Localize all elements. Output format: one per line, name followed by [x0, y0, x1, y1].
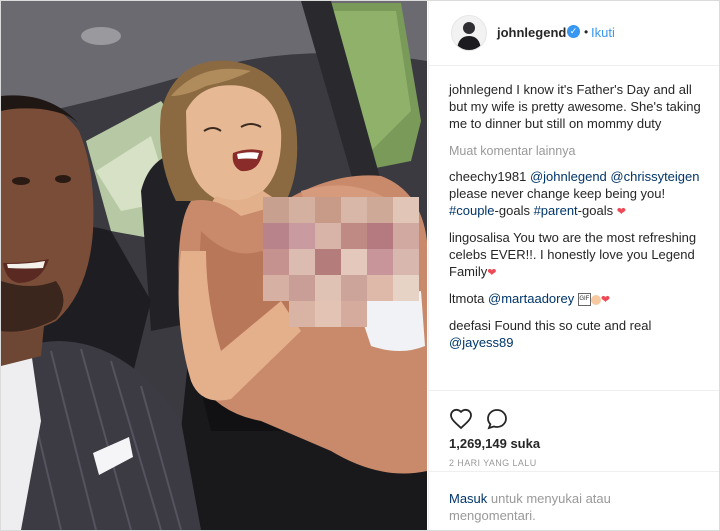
- gift-emoji-icon: GIF: [577, 293, 591, 307]
- login-text-block: Masuk untuk menyukai atau mengomentari.: [449, 490, 649, 524]
- verified-icon: ✓: [567, 25, 580, 38]
- separator-dot: •: [584, 25, 589, 39]
- comment-item: cheechy1981 @johnlegend @chrissyteigen p…: [449, 168, 711, 221]
- heart-emoji-icon: ❤: [600, 294, 611, 306]
- heart-icon[interactable]: [449, 407, 473, 431]
- post-photo[interactable]: [1, 1, 427, 530]
- comment-mention[interactable]: @jayess89: [449, 335, 514, 350]
- comment-text: Found this so cute and real: [490, 318, 652, 333]
- caption-username[interactable]: johnlegend: [449, 82, 513, 97]
- avatar-icon: [457, 22, 481, 50]
- post-side-panel: johnlegend ✓ • Ikuti johnlegend I know i…: [428, 1, 719, 530]
- comment-mention[interactable]: @chrissyteigen: [610, 169, 699, 184]
- peach-emoji-icon: [590, 294, 601, 305]
- comments-list: johnlegend I know it's Father's Day and …: [449, 81, 711, 359]
- heart-emoji-icon: ❤: [487, 267, 497, 279]
- comment-hashtag[interactable]: #couple: [449, 203, 495, 218]
- post-header: johnlegend ✓ • Ikuti: [429, 1, 719, 66]
- comment-mention[interactable]: @johnlegend: [530, 169, 607, 184]
- follow-button[interactable]: Ikuti: [591, 25, 615, 40]
- comment-text: -goals: [577, 203, 617, 218]
- comment-username[interactable]: lingosalisa: [449, 230, 510, 245]
- comment-item: ltmota @martaadorey GIF ❤: [449, 290, 711, 309]
- login-link[interactable]: Masuk: [449, 491, 487, 506]
- avatar[interactable]: [451, 15, 487, 51]
- censor-pixelation: [263, 197, 419, 327]
- comment-icon[interactable]: [485, 407, 509, 431]
- username[interactable]: johnlegend: [497, 25, 566, 40]
- login-prompt: Masuk untuk menyukai atau mengomentari.: [429, 471, 719, 531]
- comment-text: -goals: [494, 203, 534, 218]
- comment-item: deefasi Found this so cute and real @jay…: [449, 317, 711, 351]
- comment-username[interactable]: deefasi: [449, 318, 491, 333]
- like-count[interactable]: 1,269,149 suka: [449, 436, 540, 451]
- caption: johnlegend I know it's Father's Day and …: [449, 81, 711, 132]
- comment-hashtag[interactable]: #parent: [534, 203, 578, 218]
- comment-username[interactable]: ltmota: [449, 291, 484, 306]
- comment-username[interactable]: cheechy1981: [449, 169, 526, 184]
- load-more-comments[interactable]: Muat komentar lainnya: [449, 144, 711, 158]
- comment-text: please never change keep being you!: [449, 186, 666, 201]
- heart-emoji-icon: ❤: [616, 206, 626, 218]
- comment-mention[interactable]: @martaadorey: [488, 291, 574, 306]
- post-date[interactable]: 2 HARI YANG LALU: [449, 458, 537, 468]
- comment-item: lingosalisa You two are the most refresh…: [449, 229, 711, 282]
